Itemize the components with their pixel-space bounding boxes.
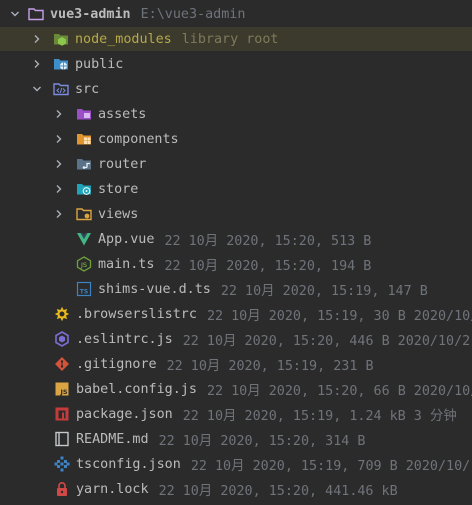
chevron-right-icon[interactable] — [52, 157, 66, 171]
node-modules-label: node_modules — [75, 31, 172, 47]
tree-row-components[interactable]: components — [0, 127, 472, 151]
file-name: .eslintrc.js — [76, 331, 173, 347]
project-tree: vue3-admin E:\vue3-admin node_modules li… — [0, 0, 472, 505]
store-folder-icon — [76, 181, 92, 197]
file-meta: 22 10月 2020, 15:20, 66 B 2020/10/ — [206, 384, 472, 399]
tree-row-assets[interactable]: assets — [0, 102, 472, 126]
file-name: babel.config.js — [76, 381, 197, 397]
svg-text:JS: JS — [59, 388, 67, 396]
file-meta: 22 10月 2020, 15:20, 194 B — [164, 259, 372, 274]
tree-row-shims[interactable]: TS shims-vue.d.ts 22 10月 2020, 15:19, 14… — [0, 277, 472, 301]
file-meta: 22 10月 2020, 15:19, 30 B 2020/10/ — [206, 309, 472, 324]
components-label: components — [98, 131, 179, 147]
file-meta: 22 10月 2020, 15:19, 1.24 kB 3 分钟 — [182, 409, 457, 424]
project-name: vue3-admin — [50, 6, 131, 22]
file-name: .browserslistrc — [76, 306, 197, 322]
tree-row-babel[interactable]: JS babel.config.js 22 10月 2020, 15:20, 6… — [0, 377, 472, 401]
views-label: views — [98, 206, 139, 222]
source-folder-icon — [53, 81, 69, 97]
store-label: store — [98, 181, 139, 197]
tree-row-store[interactable]: store — [0, 177, 472, 201]
file-meta: 22 10月 2020, 15:19, 147 B — [220, 284, 428, 299]
tree-row-gitignore[interactable]: .gitignore 22 10月 2020, 15:19, 231 B — [0, 352, 472, 376]
assets-folder-icon — [76, 106, 92, 122]
tree-row-src[interactable]: src — [0, 77, 472, 101]
chevron-right-icon[interactable] — [52, 132, 66, 146]
chevron-right-icon[interactable] — [52, 107, 66, 121]
web-folder-icon — [53, 56, 69, 72]
file-meta: 22 10月 2020, 15:20, 513 B — [164, 234, 372, 249]
chevron-right-icon[interactable] — [30, 32, 44, 46]
file-meta: 22 10月 2020, 15:19, 231 B — [166, 359, 374, 374]
chevron-right-icon[interactable] — [52, 207, 66, 221]
tsconfig-file-icon — [54, 456, 70, 472]
markdown-file-icon — [54, 431, 70, 447]
nodejs-file-icon: JS — [76, 256, 92, 272]
file-name: .gitignore — [76, 356, 157, 372]
file-name: shims-vue.d.ts — [98, 281, 211, 297]
typescript-file-icon: TS — [76, 281, 92, 297]
vue-file-icon — [76, 231, 92, 247]
lock-icon — [54, 481, 70, 497]
file-name: yarn.lock — [76, 481, 149, 497]
tree-row-node-modules[interactable]: node_modules library root — [0, 27, 472, 51]
tree-row-views[interactable]: views — [0, 202, 472, 226]
git-file-icon — [54, 356, 70, 372]
svg-text:TS: TS — [80, 289, 88, 296]
chevron-down-icon[interactable] — [30, 82, 44, 96]
assets-label: assets — [98, 106, 147, 122]
file-meta: 22 10月 2020, 15:20, 446 B 2020/10/2 — [182, 334, 471, 349]
tree-row-browserslistrc[interactable]: .browserslistrc 22 10月 2020, 15:19, 30 B… — [0, 302, 472, 326]
npm-file-icon — [54, 406, 70, 422]
file-meta: 22 10月 2020, 15:20, 441.46 kB — [158, 484, 398, 499]
tree-row-package-json[interactable]: package.json 22 10月 2020, 15:19, 1.24 kB… — [0, 402, 472, 426]
file-name: README.md — [76, 431, 149, 447]
eslint-file-icon — [54, 331, 70, 347]
file-name: tsconfig.json — [76, 456, 181, 472]
file-name: App.vue — [98, 231, 155, 247]
chevron-right-icon[interactable] — [30, 57, 44, 71]
node-modules-meta: library root — [181, 31, 279, 47]
node-modules-folder-icon — [53, 31, 69, 47]
file-meta: 22 10月 2020, 15:20, 314 B — [158, 434, 366, 449]
browserslist-file-icon — [54, 306, 70, 322]
svg-text:JS: JS — [80, 261, 87, 269]
tree-row-main-ts[interactable]: JS main.ts 22 10月 2020, 15:20, 194 B — [0, 252, 472, 276]
views-folder-icon — [76, 206, 92, 222]
router-folder-icon — [76, 156, 92, 172]
tree-row-eslintrc[interactable]: .eslintrc.js 22 10月 2020, 15:20, 446 B 2… — [0, 327, 472, 351]
tree-row-yarn-lock[interactable]: yarn.lock 22 10月 2020, 15:20, 441.46 kB — [0, 477, 472, 501]
src-label: src — [75, 81, 100, 97]
file-meta: 22 10月 2020, 15:19, 709 B 2020/10/ — [190, 459, 471, 474]
chevron-down-icon[interactable] — [8, 7, 22, 21]
tree-row-tsconfig[interactable]: tsconfig.json 22 10月 2020, 15:19, 709 B … — [0, 452, 472, 476]
javascript-file-icon: JS — [54, 381, 70, 397]
folder-icon — [28, 6, 44, 22]
components-folder-icon — [76, 131, 92, 147]
file-name: main.ts — [98, 256, 155, 272]
tree-row-app-vue[interactable]: App.vue 22 10月 2020, 15:20, 513 B — [0, 227, 472, 251]
tree-row-router[interactable]: router — [0, 152, 472, 176]
router-label: router — [98, 156, 147, 172]
project-path: E:\vue3-admin — [140, 6, 246, 22]
file-name: package.json — [76, 406, 173, 422]
tree-row-readme[interactable]: README.md 22 10月 2020, 15:20, 314 B — [0, 427, 472, 451]
chevron-right-icon[interactable] — [52, 182, 66, 196]
tree-row-project-root[interactable]: vue3-admin E:\vue3-admin — [0, 2, 472, 26]
tree-row-public[interactable]: public — [0, 52, 472, 76]
public-label: public — [75, 56, 124, 72]
